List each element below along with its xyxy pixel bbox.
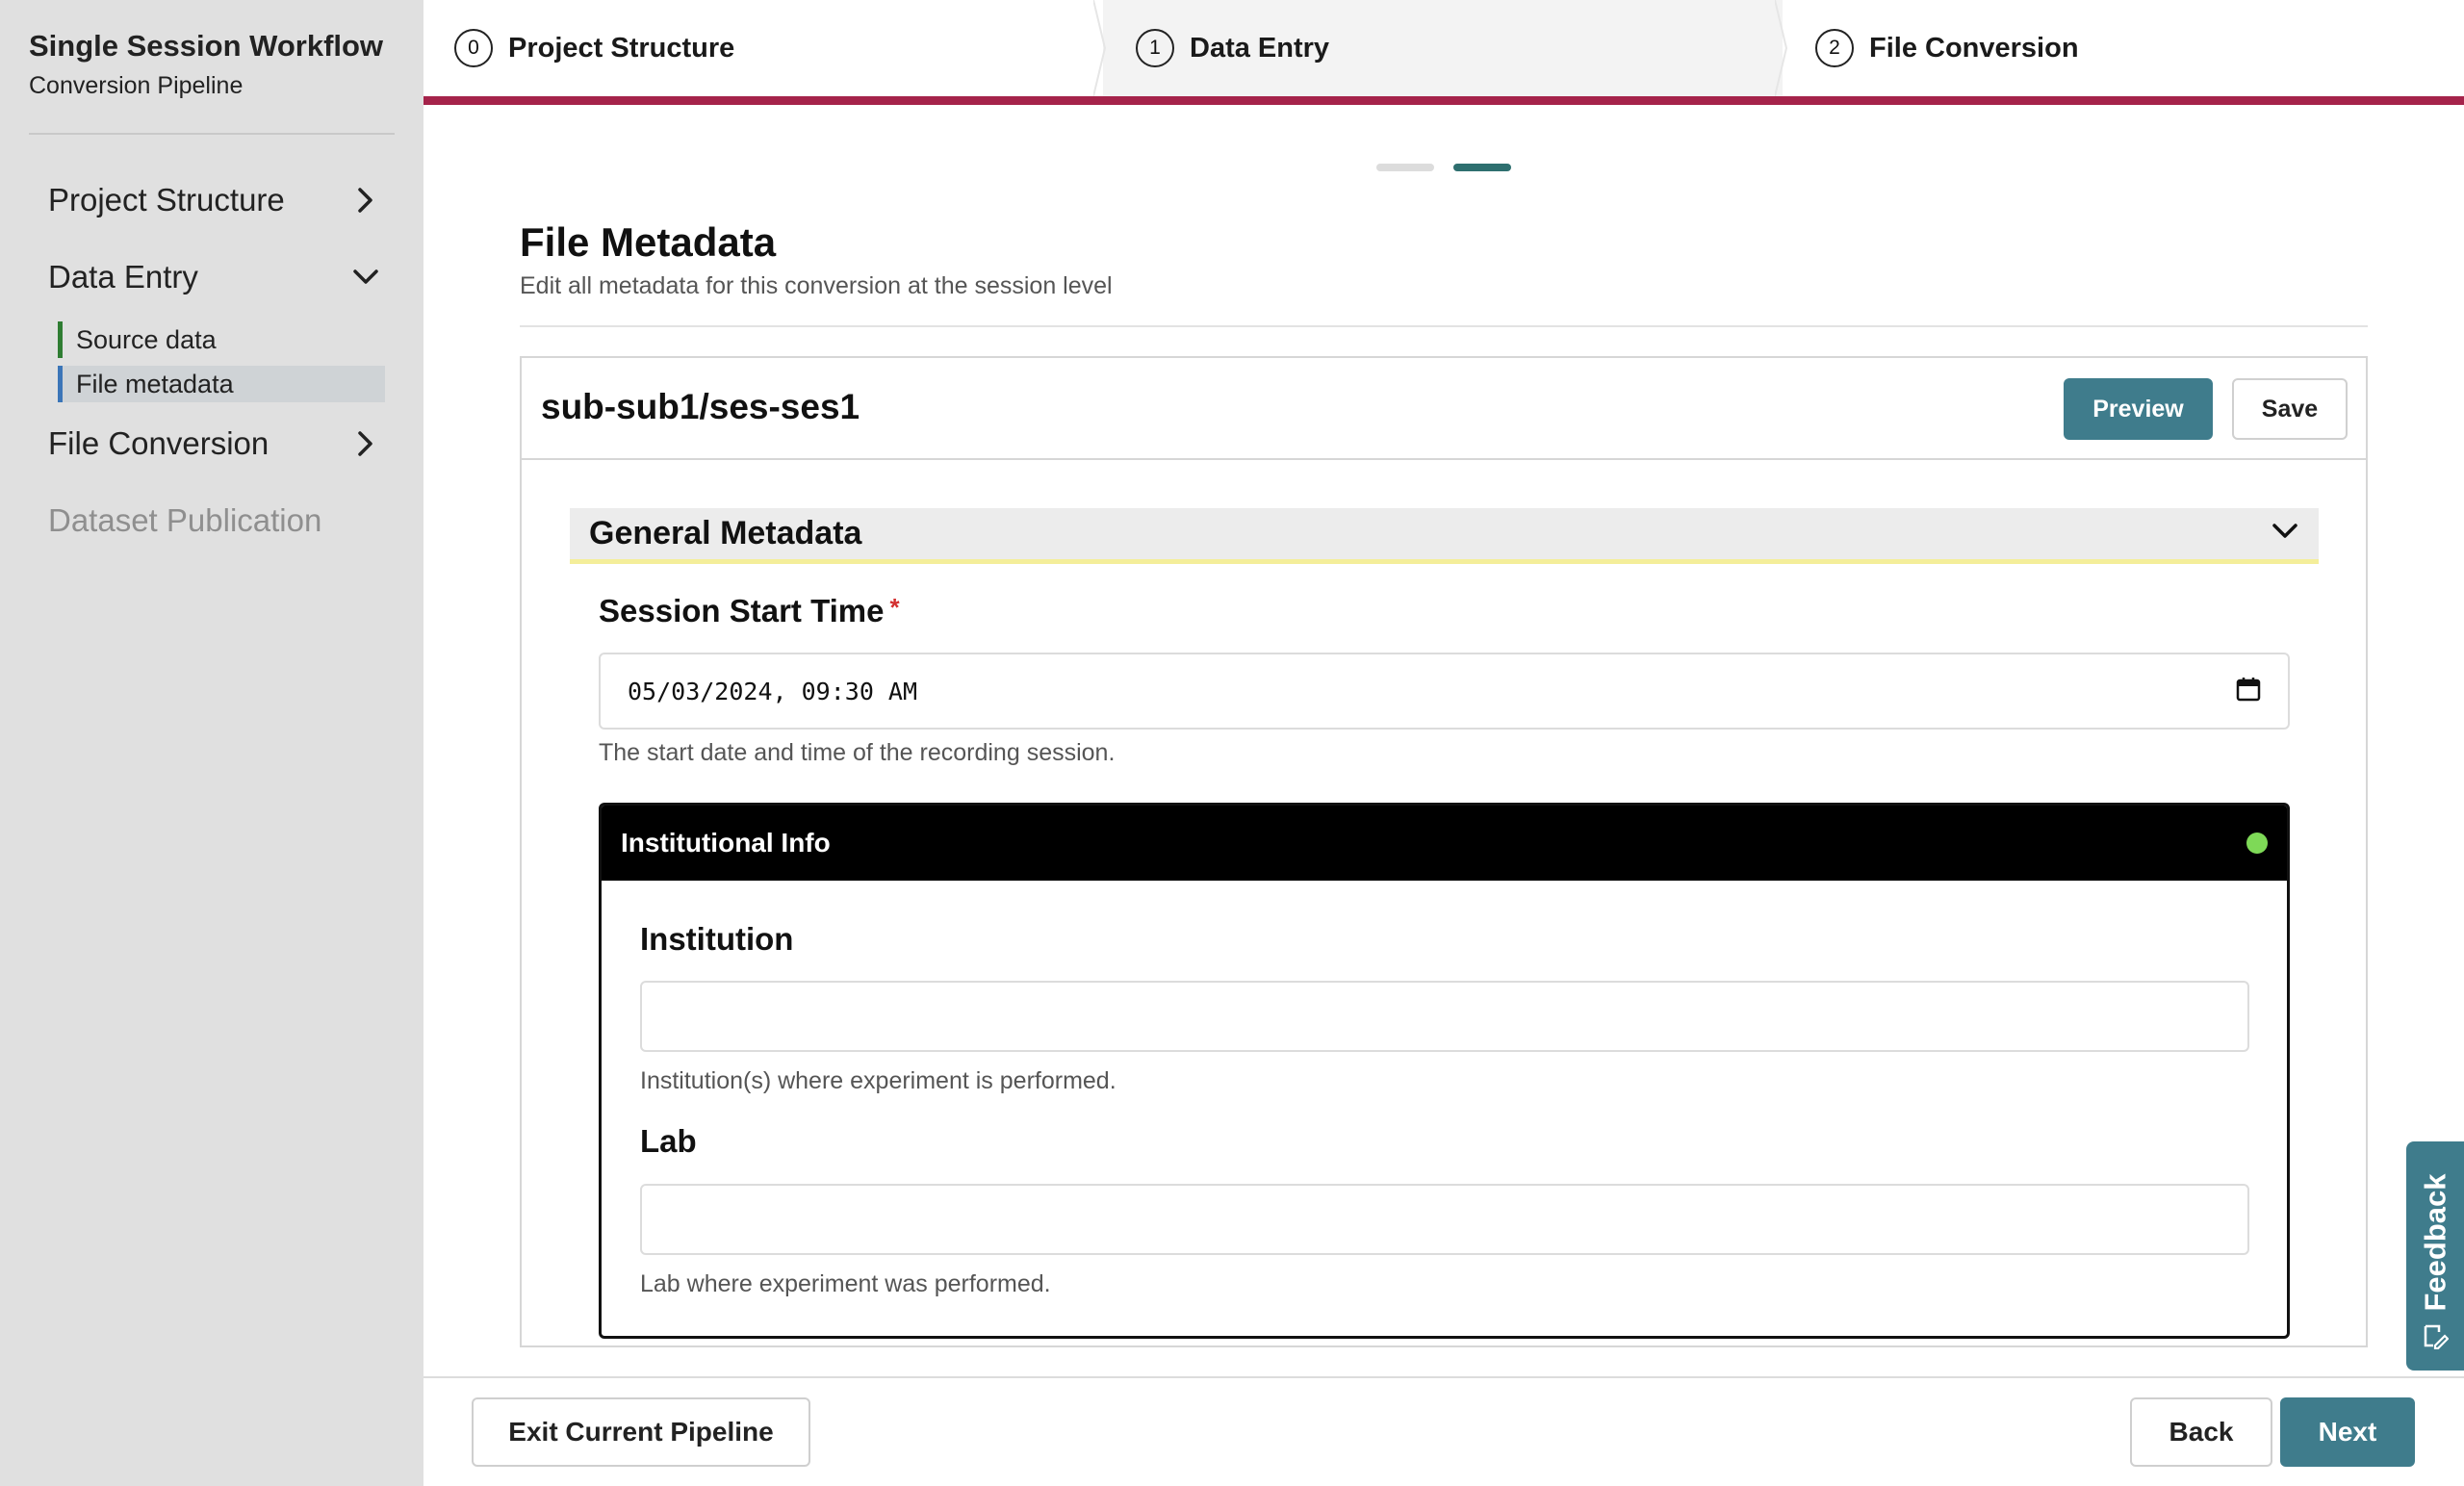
app-title: Single Session Workflow (29, 29, 384, 63)
sidebar-subitem-source-data[interactable]: Source data (58, 321, 385, 358)
step-number: 0 (454, 29, 493, 67)
session-start-time-value: 05/03/2024, 09:30 AM (628, 677, 918, 705)
step-number: 2 (1815, 29, 1854, 67)
page-description: Edit all metadata for this conversion at… (520, 272, 1113, 299)
sidebar-subitem-label: Source data (76, 324, 217, 354)
sidebar-item-file-conversion[interactable]: File Conversion (48, 420, 385, 468)
app-subtitle: Conversion Pipeline (29, 72, 244, 99)
step-label: Project Structure (508, 32, 735, 64)
institutional-info-panel: Institutional Info Institution Instituti… (599, 803, 2290, 1339)
required-asterisk: * (889, 593, 900, 622)
institutional-info-header[interactable]: Institutional Info (602, 806, 2287, 881)
progress-stepper: 0 Project Structure 1 Data Entry 2 File … (424, 0, 2464, 96)
page-dot[interactable] (1376, 164, 1434, 171)
back-button[interactable]: Back (2130, 1397, 2272, 1467)
sidebar-item-label: Data Entry (48, 259, 198, 295)
session-start-time-input[interactable]: 05/03/2024, 09:30 AM (599, 653, 2290, 730)
panel-title: Institutional Info (621, 828, 831, 858)
institution-label: Institution (640, 921, 794, 957)
session-start-time-description: The start date and time of the recording… (599, 739, 1116, 766)
step-label: File Conversion (1869, 32, 2079, 64)
sidebar-item-label: File Conversion (48, 425, 270, 461)
step-project-structure[interactable]: 0 Project Structure (424, 0, 1103, 96)
page-title: File Metadata (520, 219, 777, 265)
step-separator-icon (1093, 0, 1107, 96)
sidebar-subitem-label: File metadata (76, 369, 234, 398)
session-card: sub-sub1/ses-ses1 Preview Save General M… (520, 356, 2368, 1347)
sidebar-item-label: Project Structure (48, 182, 285, 218)
sidebar-divider (29, 133, 395, 135)
institution-description: Institution(s) where experiment is perfo… (640, 1067, 1116, 1094)
stepper-progress-line (424, 96, 2464, 105)
feedback-label-wrap: Feedback (2411, 1170, 2459, 1315)
institution-input[interactable] (640, 981, 2249, 1052)
lab-input[interactable] (640, 1184, 2249, 1255)
chevron-down-icon (2271, 521, 2299, 547)
preview-button[interactable]: Preview (2064, 378, 2213, 440)
step-data-entry[interactable]: 1 Data Entry (1103, 0, 1783, 96)
status-dot-icon (2246, 833, 2268, 854)
exit-pipeline-button[interactable]: Exit Current Pipeline (472, 1397, 810, 1467)
lab-description: Lab where experiment was performed. (640, 1270, 1051, 1297)
general-metadata-accordion[interactable]: General Metadata (570, 508, 2319, 564)
chevron-down-icon (346, 258, 385, 296)
chevron-right-icon (346, 181, 385, 219)
calendar-icon[interactable] (2236, 676, 2261, 707)
session-card-header: sub-sub1/ses-ses1 Preview Save (522, 358, 2366, 460)
feedback-tab[interactable]: Feedback (2406, 1141, 2464, 1371)
session-start-time-label: Session Start Time * (599, 593, 900, 629)
feedback-edit-icon (2422, 1322, 2450, 1354)
sidebar-item-dataset-publication: Dataset Publication (48, 497, 385, 545)
chevron-right-icon (346, 424, 385, 463)
footer-divider (424, 1376, 2464, 1378)
page-dot-active[interactable] (1453, 164, 1511, 171)
save-button[interactable]: Save (2232, 378, 2348, 440)
step-file-conversion[interactable]: 2 File Conversion (1783, 0, 2464, 96)
field-label-text: Session Start Time (599, 593, 885, 628)
sidebar-subitem-file-metadata[interactable]: File metadata (58, 366, 385, 402)
step-label: Data Entry (1190, 32, 1330, 64)
lab-label: Lab (640, 1123, 697, 1159)
session-name: sub-sub1/ses-ses1 (541, 387, 860, 426)
next-button[interactable]: Next (2280, 1397, 2415, 1467)
accordion-title: General Metadata (589, 515, 862, 551)
sidebar-item-data-entry[interactable]: Data Entry (48, 253, 385, 301)
step-separator-icon (1775, 0, 1788, 96)
step-number: 1 (1136, 29, 1174, 67)
sidebar: Single Session Workflow Conversion Pipel… (0, 0, 424, 1486)
divider (520, 325, 2368, 327)
sidebar-item-project-structure[interactable]: Project Structure (48, 176, 385, 224)
sidebar-item-label: Dataset Publication (48, 502, 322, 538)
feedback-label: Feedback (2418, 1173, 2452, 1312)
